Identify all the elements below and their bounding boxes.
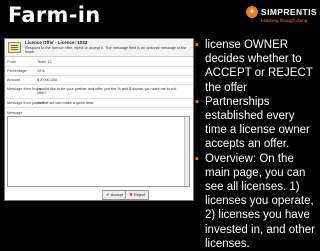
document-icon [8, 42, 21, 53]
field-row-from: From Team 12 [5, 58, 193, 67]
accept-button[interactable]: ✔ Accept [102, 190, 127, 200]
logo-mark-icon: ✦ [246, 6, 258, 18]
field-label: From [7, 59, 16, 64]
field-row-message-from-partner: Message from partner so that we can make… [5, 99, 193, 108]
company-logo: ✦ SIMPRENTIS Learning through doing [246, 6, 318, 28]
dialog-header: Licence Offer - Licence: 1032 Respond to… [5, 39, 193, 57]
dialog-title: Licence Offer - Licence: 1032 [25, 40, 88, 45]
bullet-item: ▪ license OWNER decides whether to ACCEP… [195, 38, 319, 95]
check-icon: ✔ [106, 192, 110, 197]
field-row-percentage: Percentage 10% [5, 67, 193, 76]
accept-button-label: Accept [110, 192, 123, 197]
logo-tagline: Learning through doing [261, 18, 308, 23]
message-textarea[interactable] [7, 116, 190, 187]
bullet-text: Overview: On the main page, you can see … [205, 152, 315, 250]
bullet-list: ▪ license OWNER decides whether to ACCEP… [195, 38, 319, 251]
licence-offer-screenshot: Licence Offer - Licence: 1032 Respond to… [4, 38, 194, 201]
bullet-text: license OWNER decides whether to ACCEPT … [205, 39, 313, 94]
field-value: so that we can make a quick deal. [37, 100, 95, 105]
field-row-message-from-buyer: Message from buyer I would like to be yo… [5, 85, 193, 99]
message-scrollbar[interactable] [184, 117, 189, 186]
bullet-icon: ▪ [195, 152, 199, 165]
bullet-item: ▪ Partnerships established every time a … [195, 95, 319, 152]
bullet-item: ▪ Overview: On the main page, you can se… [195, 152, 319, 251]
field-value: Team 12 [37, 59, 52, 64]
bullet-text: Partnerships established every time a li… [205, 95, 310, 151]
dialog-description: Respond to the licence offer, reject or … [25, 45, 187, 54]
bullet-icon: ▪ [195, 95, 199, 108]
reject-button[interactable]: ✖ Reject [125, 190, 150, 200]
bullet-icon: ▪ [195, 39, 199, 51]
slide-title: Farm-in [8, 3, 101, 27]
field-label: Percentage [7, 68, 27, 73]
logo-name: SIMPRENTIS [261, 7, 317, 17]
field-value: 10% [37, 68, 45, 73]
field-label: Amount [7, 77, 21, 82]
message-label: Message [7, 111, 23, 115]
field-value: I would like to be your partner and offe… [37, 86, 177, 95]
reject-button-label: Reject [133, 192, 146, 197]
field-value: $ 2,000,000 [37, 77, 58, 82]
close-icon: ✖ [129, 192, 133, 197]
field-row-amount: Amount $ 2,000,000 [5, 76, 193, 85]
